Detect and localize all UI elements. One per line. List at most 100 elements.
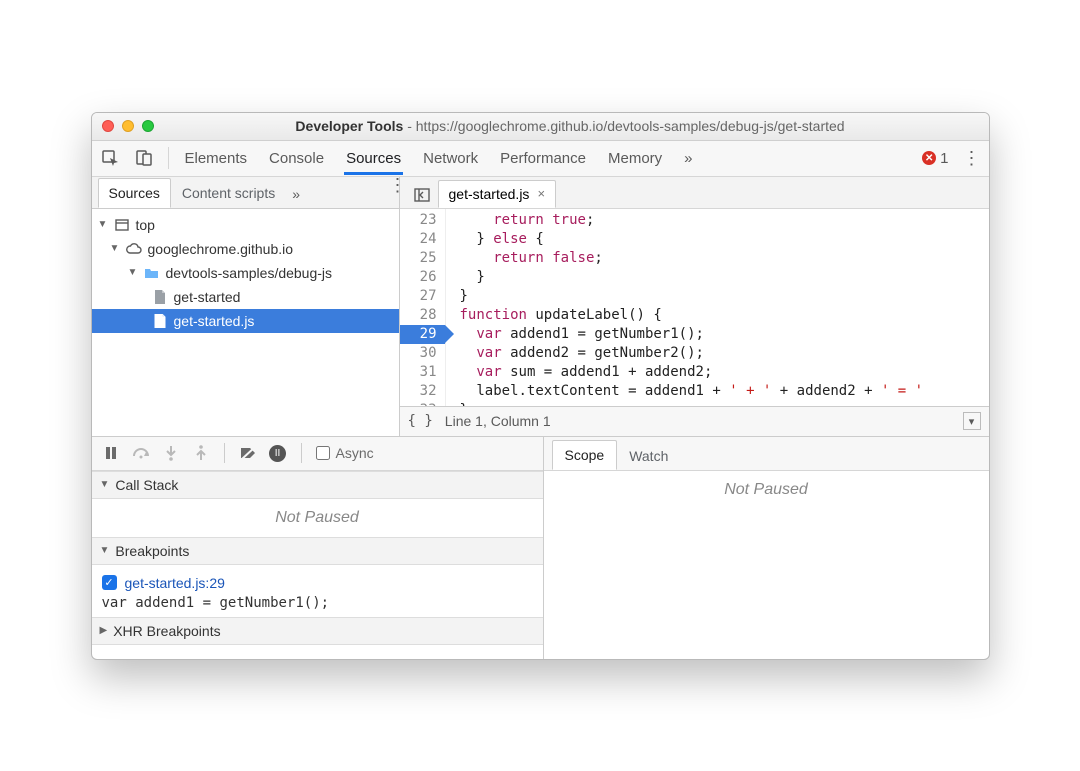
tab-scope[interactable]: Scope	[552, 440, 618, 470]
toggle-navigator-icon[interactable]	[406, 182, 438, 208]
debugger-left: II Async ▼ Call Stack Not Paused ▼ Break…	[92, 437, 544, 659]
settings-menu-icon[interactable]: ⋮	[963, 156, 981, 160]
line-gutter[interactable]: 232425262728293031323334	[400, 209, 446, 406]
tabs-overflow-icon[interactable]: »	[682, 142, 694, 175]
code-line[interactable]: }	[460, 268, 989, 287]
navigator-pane: Sources Content scripts » ⋮ ▼ top ▼	[92, 177, 400, 436]
editor-statusbar: { } Line 1, Column 1 ▾	[400, 406, 989, 436]
window-url: https://googlechrome.github.io/devtools-…	[416, 118, 845, 134]
code-line[interactable]: function updateLabel() {	[460, 306, 989, 325]
tree-node-folder[interactable]: ▼ devtools-samples/debug-js	[92, 261, 399, 285]
tree-node-file-selected[interactable]: get-started.js	[92, 309, 399, 333]
tab-sources[interactable]: Sources	[344, 142, 403, 175]
tree-node-file[interactable]: get-started	[92, 285, 399, 309]
line-number[interactable]: 25	[400, 249, 437, 268]
line-number[interactable]: 30	[400, 344, 437, 363]
expand-arrow-icon: ▶	[100, 625, 108, 636]
code-line[interactable]: var sum = addend1 + addend2;	[460, 363, 989, 382]
debugger-right: Scope Watch Not Paused	[544, 437, 989, 659]
pause-icon[interactable]	[102, 444, 120, 462]
tab-performance[interactable]: Performance	[498, 142, 588, 175]
tree-label: get-started.js	[174, 313, 255, 329]
zoom-window-button[interactable]	[142, 120, 154, 132]
expand-arrow-icon: ▼	[110, 243, 120, 254]
section-title: XHR Breakpoints	[113, 623, 220, 639]
code-line[interactable]: var addend2 = getNumber2();	[460, 344, 989, 363]
async-checkbox-input[interactable]	[316, 446, 330, 460]
toolbar-separator	[301, 443, 302, 463]
debugger-pane: II Async ▼ Call Stack Not Paused ▼ Break…	[92, 437, 989, 659]
code-line[interactable]: return false;	[460, 249, 989, 268]
code-line[interactable]: } else {	[460, 230, 989, 249]
minimize-window-button[interactable]	[122, 120, 134, 132]
navigator-menu-icon[interactable]: ⋮	[381, 177, 399, 208]
panel-tabs: Elements Console Sources Network Perform…	[183, 142, 695, 175]
close-tab-icon[interactable]: ×	[537, 186, 545, 201]
navtab-content-scripts[interactable]: Content scripts	[171, 178, 286, 208]
checkbox-checked-icon[interactable]: ✓	[102, 575, 117, 590]
folder-icon	[144, 265, 160, 281]
line-number[interactable]: 31	[400, 363, 437, 382]
tree-label: googlechrome.github.io	[148, 241, 294, 257]
tab-console[interactable]: Console	[267, 142, 326, 175]
section-call-stack[interactable]: ▼ Call Stack	[92, 471, 543, 499]
tree-node-top[interactable]: ▼ top	[92, 213, 399, 237]
call-stack-empty: Not Paused	[92, 499, 543, 537]
tab-network[interactable]: Network	[421, 142, 480, 175]
code-line[interactable]: label.textContent = addend1 + ' + ' + ad…	[460, 382, 989, 401]
step-over-icon[interactable]	[132, 444, 150, 462]
tab-elements[interactable]: Elements	[183, 142, 250, 175]
async-label: Async	[336, 445, 374, 461]
code-line[interactable]: return true;	[460, 211, 989, 230]
document-icon	[152, 313, 168, 329]
editor-tabbar: get-started.js ×	[400, 177, 989, 209]
show-console-icon[interactable]: ▾	[963, 412, 981, 430]
code-line[interactable]: }	[460, 287, 989, 306]
breakpoint-location: get-started.js:29	[125, 575, 225, 591]
line-number[interactable]: 23	[400, 211, 437, 230]
file-tab-label: get-started.js	[449, 186, 530, 202]
line-number[interactable]: 27	[400, 287, 437, 306]
section-title: Breakpoints	[115, 543, 189, 559]
main-toolbar: Elements Console Sources Network Perform…	[92, 141, 989, 177]
collapse-arrow-icon: ▼	[100, 545, 110, 556]
close-window-button[interactable]	[102, 120, 114, 132]
async-checkbox[interactable]: Async	[316, 445, 374, 461]
navtabs-overflow-icon[interactable]: »	[286, 180, 306, 208]
debug-toolbar: II Async	[92, 437, 543, 471]
navigator-tabbar: Sources Content scripts » ⋮	[92, 177, 399, 209]
deactivate-breakpoints-icon[interactable]	[239, 444, 257, 462]
line-number[interactable]: 28	[400, 306, 437, 325]
device-toggle-icon[interactable]	[134, 148, 154, 168]
step-into-icon[interactable]	[162, 444, 180, 462]
code-content[interactable]: return true; } else { return false; }}fu…	[446, 209, 989, 406]
code-editor[interactable]: 232425262728293031323334 return true; } …	[400, 209, 989, 406]
breakpoint-item[interactable]: ✓ get-started.js:29	[102, 571, 533, 595]
inspect-icon[interactable]	[100, 148, 120, 168]
cursor-position: Line 1, Column 1	[445, 413, 551, 429]
tab-memory[interactable]: Memory	[606, 142, 664, 175]
expand-arrow-icon: ▼	[98, 219, 108, 230]
toolbar-separator	[224, 443, 225, 463]
error-badge[interactable]: ✕ 1	[922, 150, 948, 167]
tree-label: devtools-samples/debug-js	[166, 265, 333, 281]
line-number[interactable]: 32	[400, 382, 437, 401]
editor-file-tab[interactable]: get-started.js ×	[438, 180, 557, 208]
line-number[interactable]: 26	[400, 268, 437, 287]
section-title: Call Stack	[115, 477, 178, 493]
tab-watch[interactable]: Watch	[617, 442, 680, 470]
pause-on-exceptions-icon[interactable]: II	[269, 444, 287, 462]
tree-label: get-started	[174, 289, 241, 305]
toolbar-separator	[168, 147, 169, 169]
file-tree: ▼ top ▼ googlechrome.github.io ▼	[92, 209, 399, 333]
devtools-window: Developer Tools - https://googlechrome.g…	[91, 112, 990, 660]
code-line[interactable]: var addend1 = getNumber1();	[460, 325, 989, 344]
section-xhr-breakpoints[interactable]: ▶ XHR Breakpoints	[92, 617, 543, 645]
pretty-print-icon[interactable]: { }	[408, 413, 433, 429]
tree-node-domain[interactable]: ▼ googlechrome.github.io	[92, 237, 399, 261]
section-breakpoints[interactable]: ▼ Breakpoints	[92, 537, 543, 565]
step-out-icon[interactable]	[192, 444, 210, 462]
line-number[interactable]: 29	[400, 325, 445, 344]
line-number[interactable]: 24	[400, 230, 437, 249]
navtab-sources[interactable]: Sources	[98, 178, 171, 208]
